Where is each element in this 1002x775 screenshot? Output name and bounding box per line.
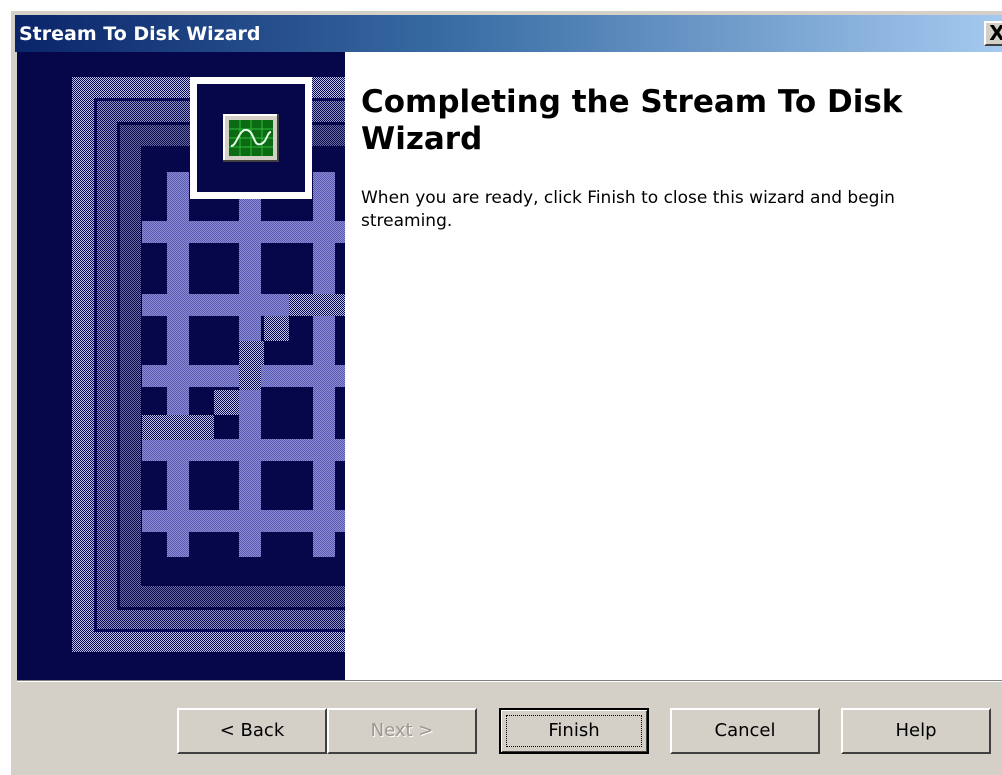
back-button[interactable]: < Back: [177, 708, 327, 754]
close-button[interactable]: X: [984, 21, 1002, 46]
cancel-button[interactable]: Cancel: [670, 708, 820, 754]
monitor-waveform-icon: [223, 114, 279, 162]
next-button-label: Next >: [370, 720, 434, 741]
finish-button[interactable]: Finish: [499, 708, 649, 754]
wizard-window: Stream To Disk Wizard X Completing the S…: [9, 9, 1002, 775]
next-button[interactable]: Next >: [327, 708, 477, 754]
help-button-label: Help: [895, 720, 937, 741]
wizard-side-graphic: [17, 52, 345, 680]
help-button[interactable]: Help: [841, 708, 991, 754]
grid-pattern-graphic: [17, 52, 345, 680]
title-bar[interactable]: Stream To Disk Wizard X: [15, 15, 1002, 52]
wizard-content: Completing the Stream To Disk Wizard Whe…: [345, 52, 1002, 680]
window-title: Stream To Disk Wizard: [19, 23, 261, 45]
button-separator: [17, 680, 1002, 682]
page-title: Completing the Stream To Disk Wizard: [361, 84, 903, 157]
close-icon: X: [989, 21, 1002, 45]
back-button-label: < Back: [219, 720, 285, 741]
finish-button-label: Finish: [548, 720, 600, 741]
cancel-button-label: Cancel: [714, 720, 776, 741]
instruction-text: When you are ready, click Finish to clos…: [361, 188, 895, 231]
